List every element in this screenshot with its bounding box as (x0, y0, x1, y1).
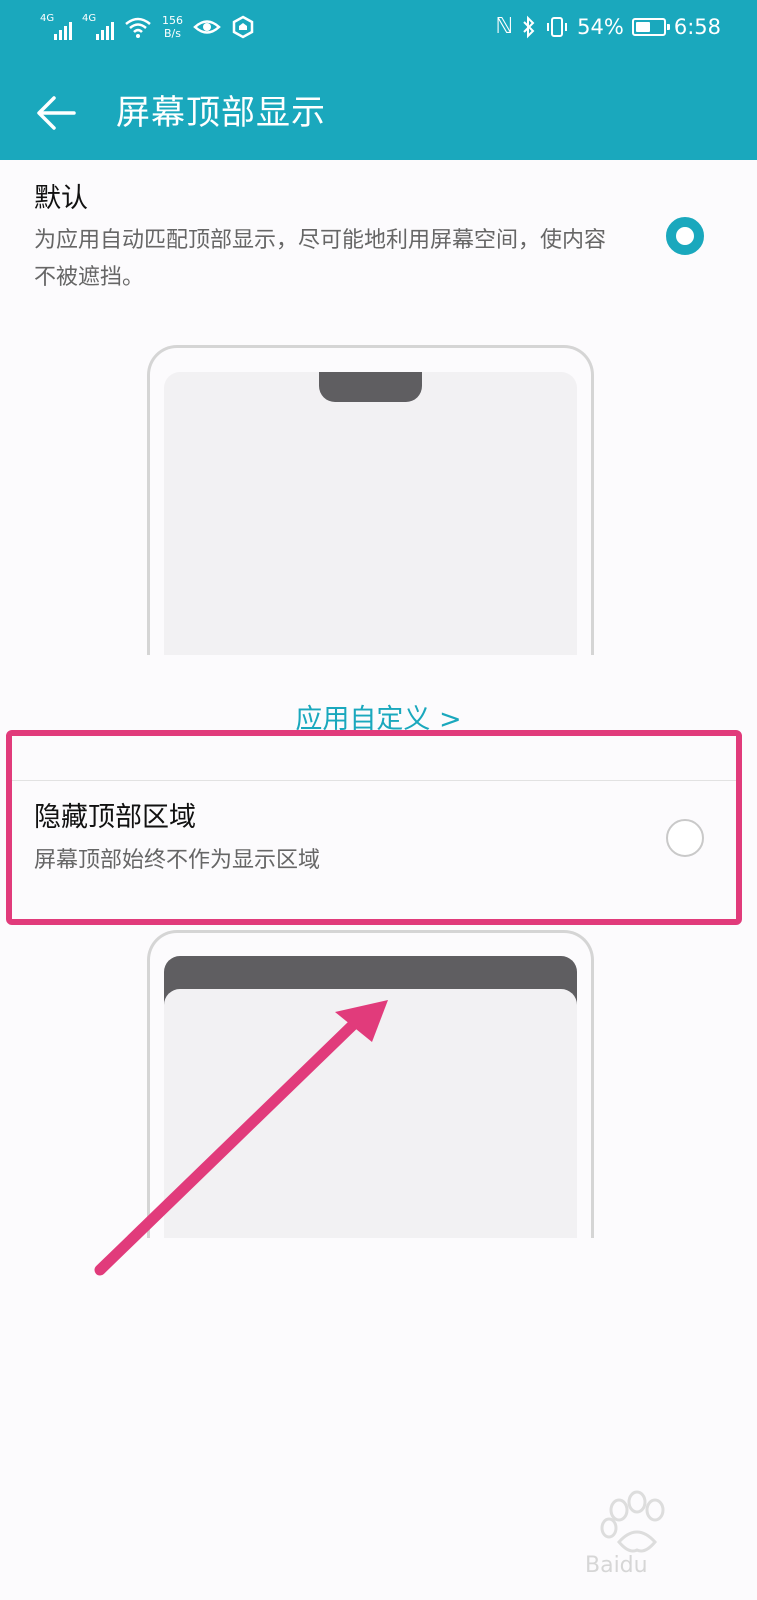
vibrate-icon (547, 17, 568, 37)
notch-shape (319, 372, 422, 402)
hexagon-icon (232, 15, 254, 39)
option-default-radio[interactable] (666, 217, 704, 255)
option-default-description: 为应用自动匹配顶部显示，尽可能地利用屏幕空间，使内容不被遮挡。 (34, 228, 607, 290)
status-right: ℕ 54% 6:58 (496, 14, 721, 40)
status-left: 4G 4G 156 B/s (40, 14, 255, 40)
option-default-title[interactable]: 默认 (34, 181, 88, 217)
battery-icon (631, 18, 670, 36)
hide-top-illustration-screen (164, 989, 577, 1238)
network-type-1: 4G (40, 13, 55, 24)
hide-top-illustration (147, 930, 594, 1238)
eye-icon (193, 20, 221, 34)
divider (10, 780, 740, 781)
signal-icon: 4G (40, 14, 72, 40)
battery-percent: 54% (577, 15, 624, 39)
speed-unit: B/s (164, 27, 181, 40)
option-hide-top-title[interactable]: 隐藏顶部区域 (34, 800, 196, 836)
nfc-icon: ℕ (495, 14, 514, 39)
watermark-logo: Baidu (585, 1490, 665, 1578)
option-hide-top-description: 屏幕顶部始终不作为显示区域 (34, 848, 321, 873)
svg-text:Baidu: Baidu (585, 1553, 648, 1578)
signal-icon-2: 4G (82, 14, 114, 40)
speed-value: 156 (162, 14, 183, 27)
battery-fill (635, 22, 650, 32)
network-type-2: 4G (82, 13, 97, 24)
wifi-icon (125, 17, 151, 38)
page-title: 屏幕顶部显示 (116, 93, 326, 133)
network-speed: 156 B/s (162, 14, 183, 40)
back-arrow-icon[interactable] (34, 90, 80, 136)
default-illustration-screen (164, 372, 577, 655)
app-custom-link[interactable]: 应用自定义 > (0, 700, 757, 740)
app-bar: 4G 4G 156 B/s ℕ 54% 6:58 屏幕顶部显示 (0, 0, 757, 160)
bluetooth-icon (523, 15, 535, 39)
status-bar: 4G 4G 156 B/s ℕ 54% 6:58 (0, 0, 757, 66)
option-hide-top-radio[interactable] (666, 819, 704, 857)
default-illustration (147, 345, 594, 655)
clock: 6:58 (673, 15, 721, 39)
